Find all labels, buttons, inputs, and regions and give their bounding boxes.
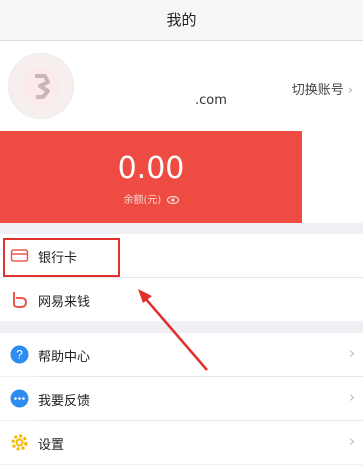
- balance-label: 余额(元): [0, 191, 302, 206]
- menu-item-label: 我要反馈: [38, 394, 91, 409]
- chevron-right-icon: ›: [349, 344, 355, 362]
- menu-item-label: 网易来钱: [38, 295, 91, 310]
- menu-item-feedback[interactable]: 我要反馈 ›: [0, 377, 363, 420]
- help-icon: ?: [10, 345, 29, 364]
- account-name: .com: [195, 93, 227, 108]
- menu-item-label: 帮助中心: [38, 350, 91, 365]
- app-logo-icon: [22, 67, 60, 105]
- switch-account-button[interactable]: 切换账号 ›: [292, 79, 353, 98]
- nav-header: 我的: [0, 0, 363, 41]
- switch-account-label: 切换账号: [291, 83, 344, 98]
- balance-panel[interactable]: 0.00 余额(元): [0, 131, 302, 223]
- svg-text:?: ?: [16, 348, 23, 362]
- feedback-icon: [10, 389, 29, 408]
- menu-item-wangyi-money[interactable]: 网易来钱: [0, 278, 363, 321]
- page-title: 我的: [166, 11, 197, 29]
- menu-item-help-center[interactable]: ? 帮助中心 ›: [0, 333, 363, 376]
- balance-label-text: 余额(元): [123, 195, 162, 206]
- balance-amount: 0.00: [117, 151, 185, 186]
- balance-side-blank: [302, 131, 363, 223]
- profile-section[interactable]: .com 切换账号 ›: [0, 41, 363, 131]
- chevron-right-icon: ›: [349, 388, 355, 406]
- chevron-right-icon: ›: [349, 432, 355, 450]
- wangyi-money-icon: [13, 292, 28, 308]
- menu-item-settings[interactable]: 设置 ›: [0, 421, 363, 464]
- eye-icon[interactable]: [166, 195, 179, 205]
- bank-card-highlight-box: [3, 238, 120, 277]
- avatar[interactable]: [8, 53, 74, 119]
- chevron-right-icon: ›: [347, 83, 353, 98]
- settings-gear-icon: [11, 434, 28, 451]
- menu-item-label: 设置: [38, 438, 65, 453]
